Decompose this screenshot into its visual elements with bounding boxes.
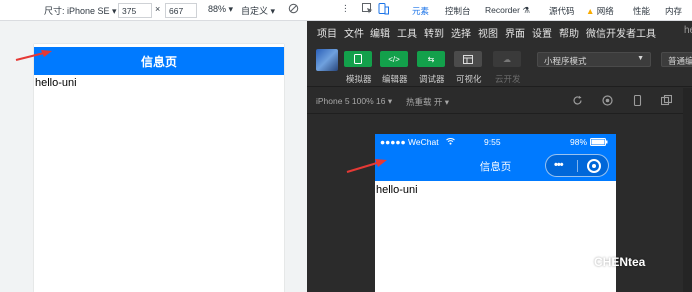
browser-device-emulation-panel: 尺寸: iPhone SE ▾ 375 × 667 88% ▾ 自定义 ▾ 信息… [0,0,307,292]
phone-preview-icon[interactable] [632,95,643,106]
visualize-toggle-button[interactable] [454,51,482,67]
menu-interface[interactable]: 界面 [505,25,525,40]
browser-devtools-tabs: ⋮ 元素 控制台 Recorder ⚗ 源代码 ▲ 网络 性能 内存 [307,0,692,23]
web-page-content: hello-uni [35,77,77,89]
cloud-label: 云开发 [495,74,521,84]
tab-console[interactable]: 控制台 [445,5,471,17]
inspect-element-icon[interactable] [362,3,373,16]
tab-network[interactable]: ▲ 网络 [586,5,614,17]
wechat-navbar: 信息页 ••• [375,150,616,181]
more-vertical-icon[interactable]: ⋮ [341,3,350,14]
debug-icon: ⇆ [427,54,435,64]
close-miniprogram-icon[interactable] [587,159,601,173]
debugger-toggle-button[interactable]: ⇆ [417,51,445,67]
menu-view[interactable]: 视图 [478,25,498,40]
detach-window-icon[interactable] [661,95,672,106]
device-toolbar: 尺寸: iPhone SE ▾ 375 × 667 88% ▾ 自定义 ▾ [0,0,307,21]
carrier-label: ●●●●● WeChat [380,137,439,147]
more-dots-icon[interactable]: ••• [554,159,564,171]
cloud-dev-button[interactable]: ☁ [493,51,521,67]
wechat-toolbar: </> ⇆ ☁ 模拟器 编辑器 调试器 可视化 云开发 小程序模式 ▼ 普通编 [307,41,692,87]
tab-memory[interactable]: 内存 [665,5,682,17]
phone-status-bar: ●●●●● WeChat 9:55 98% [375,134,616,150]
battery-percent: 98% [570,137,588,147]
hot-reload-select[interactable]: 热重载 开 ▾ [406,96,449,108]
web-navbar-title: 信息页 [140,54,177,69]
wechat-devtools-panel: ⋮ 元素 控制台 Recorder ⚗ 源代码 ▲ 网络 性能 内存 项目 文件… [307,0,692,292]
times-symbol: × [155,4,161,14]
project-avatar[interactable] [316,49,338,71]
red-arrow-right [346,159,387,173]
device-size-label: 尺寸: iPhone SE [44,6,110,16]
tab-recorder-label: Recorder [485,5,520,15]
menu-help[interactable]: 帮助 [559,25,579,40]
menu-project-name: he [684,25,692,36]
menu-project[interactable]: 项目 [317,25,337,40]
no-rotate-icon[interactable] [288,3,299,16]
simulator-toggle-button[interactable] [344,51,372,67]
throttle-label: 自定义 [241,6,269,16]
wifi-icon [446,137,455,147]
stop-icon[interactable] [602,95,613,106]
watermark-text: CHENtea [594,255,646,269]
warning-icon: ▲ [586,6,595,16]
menu-edit[interactable]: 编辑 [370,25,390,40]
tab-network-label: 网络 [596,6,614,16]
mode-select[interactable]: 小程序模式 ▼ [537,52,651,67]
capsule-divider [577,160,578,172]
red-arrow-left [15,50,52,61]
tab-sources[interactable]: 源代码 [549,5,575,17]
chevron-down-icon: ▼ [637,55,644,62]
layout-icon [463,54,473,64]
tab-elements[interactable]: 元素 [405,5,436,23]
device-toggle-icon[interactable] [378,3,389,17]
phone-icon [354,54,362,64]
visualize-label: 可视化 [456,74,482,84]
wechat-menubar: 项目 文件 编辑 工具 转到 选择 视图 界面 设置 帮助 微信开发者工具 he [307,21,692,41]
menu-settings[interactable]: 设置 [532,25,552,40]
tab-performance[interactable]: 性能 [633,5,650,17]
mode-select-value: 小程序模式 [544,56,587,66]
refresh-icon[interactable] [572,95,583,106]
code-icon: </> [388,54,400,64]
cloud-icon: ☁ [503,54,511,64]
device-select-label: iPhone 5 100% 16 [316,96,386,106]
hot-reload-label: 热重载 开 [406,97,443,107]
menu-file[interactable]: 文件 [344,25,364,40]
flask-icon: ⚗ [522,5,530,15]
simulator-bar: iPhone 5 100% 16 ▾ 热重载 开 ▾ [307,88,692,114]
menu-goto[interactable]: 转到 [424,25,444,40]
zoom-dropdown[interactable]: 88% ▾ [208,4,233,15]
menu-select[interactable]: 选择 [451,25,471,40]
menu-tools[interactable]: 工具 [397,25,417,40]
web-navbar: 信息页 [34,47,284,75]
wechat-logo-icon [566,254,588,269]
throttle-dropdown[interactable]: 自定义 ▾ [241,4,275,17]
menu-wechat-devtools[interactable]: 微信开发者工具 [586,25,656,40]
simulator-label: 模拟器 [346,74,372,84]
editor-toggle-button[interactable]: </> [380,51,408,67]
compile-mode-select[interactable]: 普通编 [661,52,692,67]
watermark: CHENtea [566,254,645,270]
capsule-menu: ••• [545,154,609,177]
battery-icon [590,138,608,148]
zoom-label: 88% [208,4,227,14]
editor-label: 编辑器 [382,74,408,84]
device-size-dropdown[interactable]: 尺寸: iPhone SE ▾ [44,4,117,17]
tab-recorder[interactable]: Recorder ⚗ [485,5,530,16]
status-time: 9:55 [484,137,501,147]
device-width-input[interactable]: 375 [118,3,152,18]
miniprogram-content: hello-uni [376,184,418,196]
debugger-label: 调试器 [419,74,445,84]
device-select[interactable]: iPhone 5 100% 16 ▾ [316,96,392,107]
side-panel-edge [683,88,692,292]
device-height-input[interactable]: 667 [165,3,197,18]
emulated-device-viewport: 信息页 hello-uni [34,44,284,292]
